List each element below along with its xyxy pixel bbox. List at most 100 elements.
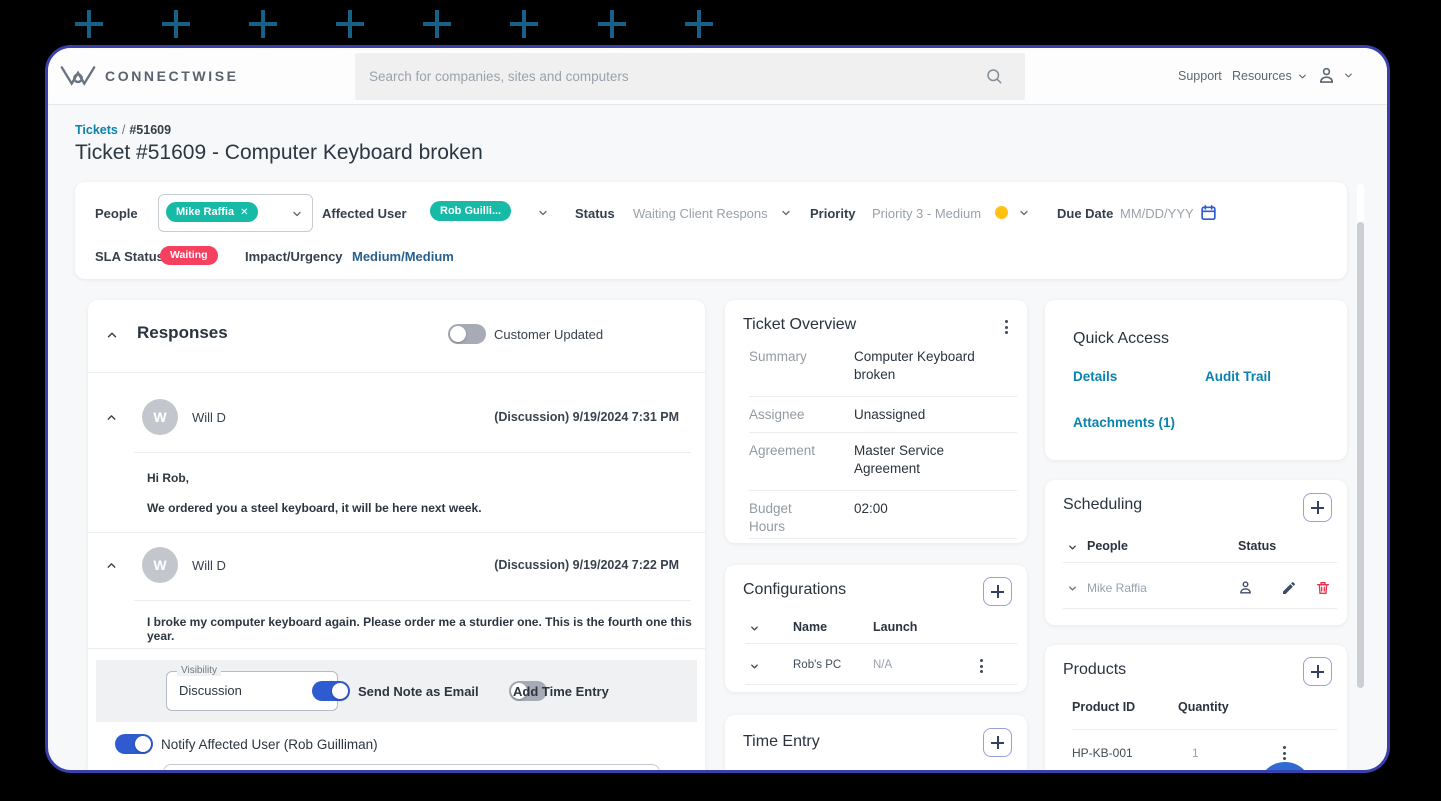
chevron-down-icon[interactable] [1018, 207, 1030, 219]
breadcrumb-separator: / [121, 123, 126, 137]
plus-decor-icon [336, 10, 364, 38]
user-icon [1319, 67, 1334, 83]
details-link[interactable]: Details [1073, 369, 1117, 384]
quick-access-panel: Quick Access Details Audit Trail Attachm… [1045, 300, 1347, 460]
customer-updated-label: Customer Updated [494, 327, 604, 342]
product-row-id: HP-KB-001 [1072, 746, 1133, 760]
delete-icon[interactable] [1315, 579, 1331, 597]
products-col-id: Product ID [1072, 700, 1136, 714]
config-col-launch: Launch [873, 620, 918, 634]
add-time-entry-button[interactable] [983, 728, 1012, 757]
visibility-value: Discussion [179, 683, 242, 698]
plus-decor-icon [162, 10, 190, 38]
overview-row-label: Agreement [749, 443, 816, 458]
collapse-response-icon[interactable] [105, 411, 118, 424]
add-product-button[interactable] [1303, 657, 1332, 686]
ticket-overview-title: Ticket Overview [743, 316, 857, 333]
avatar: W [142, 547, 178, 583]
note-input[interactable] [163, 764, 660, 770]
app-window: CONNECTWISE Support Resources Tickets/#5… [45, 45, 1390, 773]
brand-logo: CONNECTWISE [60, 64, 239, 87]
collapse-response-icon[interactable] [105, 559, 118, 572]
priority-value[interactable]: Priority 3 - Medium [872, 206, 981, 221]
responses-title: Responses [137, 323, 228, 342]
scheduling-col-people: People [1087, 539, 1128, 553]
connectwise-owl-icon [60, 66, 96, 86]
chevron-down-icon[interactable] [780, 207, 792, 219]
response-line: I broke my computer keyboard again. Plea… [147, 615, 692, 643]
products-panel: Products Product ID Quantity HP-KB-001 1 [1045, 645, 1347, 770]
priority-label: Priority [810, 206, 856, 221]
status-value[interactable]: Waiting Client Respons [633, 206, 775, 221]
configurations-title: Configurations [743, 581, 847, 598]
chevron-down-icon[interactable] [1067, 542, 1078, 553]
scrollbar-track [1357, 184, 1364, 222]
people-select[interactable]: Mike Raffia ✕ [158, 194, 313, 232]
product-row-menu-icon[interactable] [1281, 744, 1288, 762]
affected-user-label: Affected User [322, 206, 407, 221]
assignee-icon[interactable] [1237, 579, 1254, 596]
chevron-down-icon[interactable] [291, 208, 303, 220]
edit-icon[interactable] [1281, 580, 1297, 596]
quick-access-title: Quick Access [1073, 330, 1170, 347]
chevron-down-icon[interactable] [749, 623, 760, 634]
scheduling-panel: Scheduling People Status Mike Raffia [1045, 480, 1347, 625]
scrollbar-thumb[interactable] [1357, 222, 1364, 688]
composer-notify-row: Notify Affected User (Rob Guilliman) [107, 722, 693, 770]
affected-user-chip[interactable]: Rob Guilli... [430, 201, 512, 221]
search-icon[interactable] [985, 67, 1003, 90]
due-date-input[interactable]: MM/DD/YYYY [1120, 206, 1194, 221]
plus-decor-icon [249, 10, 277, 38]
customer-updated-toggle[interactable] [448, 324, 486, 344]
chevron-down-icon [1298, 74, 1306, 78]
visibility-label: Visibility [177, 665, 221, 676]
scheduling-col-status: Status [1238, 539, 1277, 553]
impact-urgency-value: Medium/Medium [352, 249, 454, 264]
resources-menu[interactable]: Resources [1232, 69, 1308, 83]
overview-row-label: Assignee [749, 407, 805, 422]
calendar-icon[interactable] [1199, 203, 1218, 222]
audit-trail-link[interactable]: Audit Trail [1205, 369, 1271, 384]
response-meta: (Discussion) 9/19/2024 7:22 PM [494, 558, 679, 572]
chevron-down-icon[interactable] [749, 661, 760, 672]
support-link[interactable]: Support [1178, 69, 1222, 83]
composer-options-bar: Visibility Discussion Send Note as Email… [96, 660, 697, 722]
send-note-email-toggle[interactable] [312, 681, 350, 701]
chevron-down-icon[interactable] [537, 207, 549, 219]
search-input[interactable] [355, 53, 1025, 100]
chevron-down-icon[interactable] [1067, 583, 1078, 594]
status-label: Status [575, 206, 615, 221]
time-entry-title: Time Entry [743, 733, 820, 750]
breadcrumb-tickets-link[interactable]: Tickets [75, 123, 118, 137]
add-schedule-button[interactable] [1303, 493, 1332, 522]
collapse-responses-icon[interactable] [105, 328, 119, 342]
attachments-link[interactable]: Attachments (1) [1073, 415, 1175, 430]
configurations-panel: Configurations Name Launch Rob's PC N/A [725, 565, 1027, 692]
add-configuration-button[interactable] [983, 577, 1012, 606]
overview-row-label: Summary [749, 349, 807, 364]
plus-decor-icon [423, 10, 451, 38]
breadcrumb: Tickets / #51609 [75, 123, 171, 137]
config-col-name: Name [793, 620, 828, 634]
ticket-fields-bar: People Mike Raffia ✕ Affected User Rob G… [75, 182, 1347, 279]
impact-urgency-label: Impact/Urgency [245, 249, 343, 264]
config-row-name: Rob's PC [793, 659, 842, 671]
plus-decor-icon [685, 10, 713, 38]
chevron-down-icon [1345, 73, 1352, 78]
response-author: Will D [192, 558, 226, 573]
notify-affected-user-toggle[interactable] [115, 734, 153, 754]
people-chip[interactable]: Mike Raffia ✕ [166, 202, 259, 222]
plus-decor-icon [75, 10, 103, 38]
people-label: People [95, 206, 138, 221]
config-row-menu-icon[interactable] [978, 657, 985, 675]
scheduling-row-name: Mike Raffia [1087, 581, 1147, 595]
due-date-label: Due Date [1057, 206, 1114, 221]
chip-close-icon[interactable]: ✕ [240, 207, 248, 218]
top-header: CONNECTWISE Support Resources [48, 48, 1387, 105]
priority-dot [995, 206, 1008, 219]
user-menu[interactable] [1316, 65, 1354, 86]
response-line: Hi Rob, [147, 471, 189, 485]
brand-name: CONNECTWISE [105, 67, 239, 84]
sla-status-label: SLA Status [95, 249, 164, 264]
overview-menu-icon[interactable] [1003, 318, 1010, 336]
